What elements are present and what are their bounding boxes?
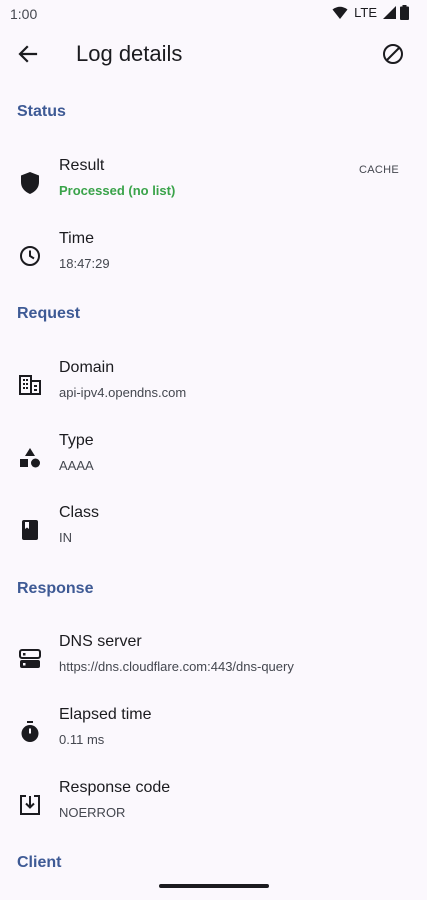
network-type: LTE [354,5,377,20]
section-client: Client [17,854,62,871]
clock-icon [18,244,42,268]
block-icon [383,44,403,64]
book-icon [18,518,42,542]
dns-server-label: DNS server [59,633,142,650]
cache-badge: CACHE [358,164,399,176]
arrow-back-icon [18,45,38,63]
result-value: Processed (no list) [59,183,176,198]
shield-icon [18,171,42,195]
domain-item[interactable]: Domain api-ipv4.opendns.com [0,359,427,419]
class-label: Class [59,504,100,521]
section-status: Status [17,103,66,120]
result-item[interactable]: Result Processed (no list) CACHE [0,157,427,217]
gesture-navigation-bar[interactable] [159,884,269,888]
download-box-icon [18,793,42,817]
class-value: IN [59,530,72,545]
shapes-icon [18,446,42,470]
dns-server-item[interactable]: DNS server https://dns.cloudflare.com:44… [0,633,427,693]
log-details-screen: 1:00 LTE Log details Status Result Proce… [0,0,427,900]
elapsed-time-item[interactable]: Elapsed time 0.11 ms [0,706,427,766]
time-value: 18:47:29 [59,256,110,271]
elapsed-time-label: Elapsed time [59,706,152,723]
domain-label: Domain [59,359,115,376]
wifi-icon [332,6,348,19]
type-item[interactable]: Type AAAA [0,432,427,492]
status-clock: 1:00 [10,6,38,22]
battery-icon [400,5,409,20]
dns-server-value: https://dns.cloudflare.com:443/dns-query [59,659,294,674]
result-label: Result [59,157,105,174]
class-item[interactable]: Class IN [0,504,427,564]
status-icons: LTE [332,5,409,20]
type-value: AAAA [59,458,94,473]
block-domain-button[interactable] [379,40,407,68]
section-response: Response [17,580,94,597]
app-bar: Log details [0,28,427,80]
timer-icon [18,720,42,744]
time-item[interactable]: Time 18:47:29 [0,230,427,290]
status-bar: 1:00 LTE [0,0,427,28]
domain-value: api-ipv4.opendns.com [59,385,187,400]
domain-building-icon [18,373,42,397]
section-request: Request [17,305,81,322]
elapsed-time-value: 0.11 ms [59,732,105,747]
type-label: Type [59,432,94,449]
cell-signal-icon [383,6,396,19]
response-code-value: NOERROR [59,805,126,820]
response-code-label: Response code [59,779,171,796]
time-label: Time [59,230,94,247]
response-code-item[interactable]: Response code NOERROR [0,779,427,839]
back-button[interactable] [14,40,42,68]
page-title: Log details [76,41,183,66]
dns-server-icon [18,647,42,671]
